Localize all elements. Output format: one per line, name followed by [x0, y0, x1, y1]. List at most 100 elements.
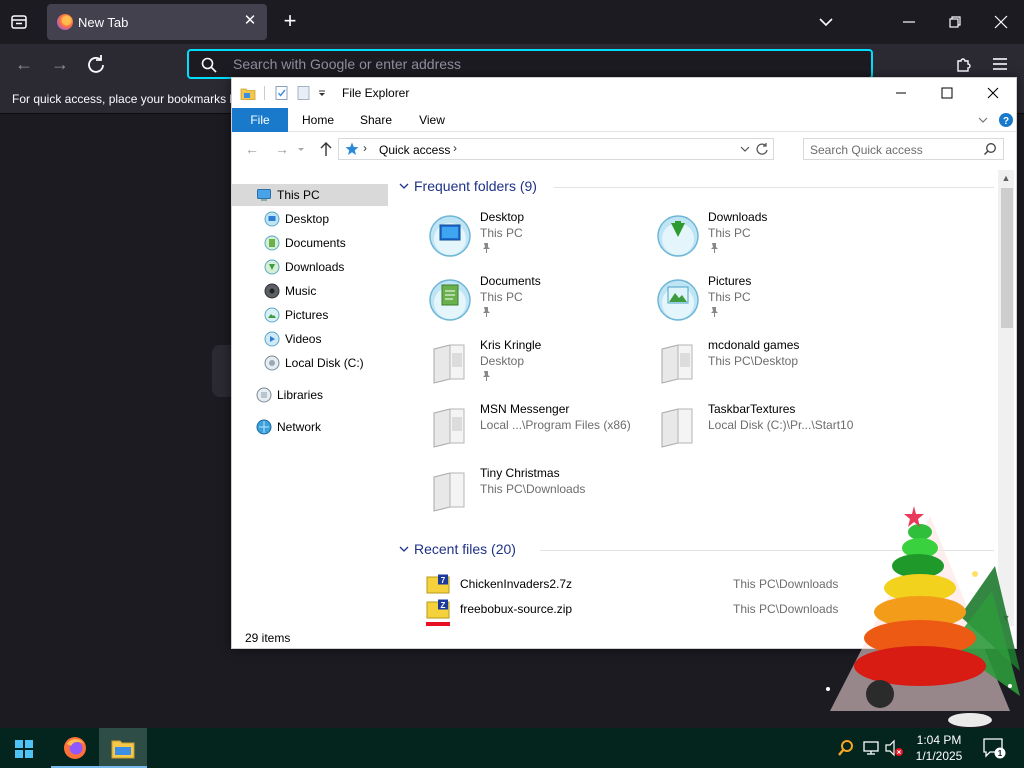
folder-name: Kris Kringle: [480, 338, 542, 352]
firefox-view-icon[interactable]: [10, 13, 28, 31]
back-arrow-icon[interactable]: ←: [12, 52, 36, 76]
group-frequent-folders[interactable]: Frequent folders (9): [398, 178, 998, 198]
bookmarks-hint: For quick access, place your bookmarks h: [12, 92, 237, 106]
help-icon[interactable]: ?: [998, 112, 1014, 128]
explorer-close-icon[interactable]: [970, 80, 1016, 106]
breadcrumb-chevron-icon[interactable]: ›: [363, 141, 367, 155]
restore-icon[interactable]: [943, 10, 967, 34]
folder-tile[interactable]: Kris Kringle Desktop: [428, 338, 654, 398]
properties-icon[interactable]: [274, 85, 290, 101]
file-name: freebobux-source.zip: [460, 602, 573, 616]
nav-item-this-pc[interactable]: This PC: [232, 184, 388, 206]
folder-tile[interactable]: mcdonald games This PC\Desktop: [656, 338, 882, 398]
minimize-icon[interactable]: [897, 10, 921, 34]
nav-label: This PC: [277, 188, 320, 202]
forward-icon[interactable]: →: [272, 140, 292, 158]
nav-item-network[interactable]: Network: [232, 416, 388, 438]
pin-icon: [711, 307, 718, 317]
folder-name: Tiny Christmas: [480, 466, 560, 480]
group-divider: [554, 187, 994, 188]
recent-file-row[interactable]: 7 ChickenInvaders2.7z This PC\Downloads: [426, 572, 866, 596]
nav-item-documents[interactable]: Documents: [232, 232, 388, 254]
tab-bar: New Tab ✕ +: [0, 0, 1024, 44]
folder-tile[interactable]: Documents This PC: [428, 274, 654, 334]
url-bar[interactable]: [187, 49, 873, 79]
folder-tile[interactable]: MSN Messenger Local ...\Program Files (x…: [428, 402, 654, 462]
scroll-thumb[interactable]: [1001, 188, 1013, 328]
back-icon[interactable]: ←: [242, 140, 262, 158]
folder-location: This PC: [708, 226, 751, 240]
up-arrow-icon[interactable]: [316, 140, 336, 158]
expand-ribbon-icon[interactable]: [975, 112, 991, 128]
refresh-icon[interactable]: [754, 141, 770, 157]
desktop-icon: [429, 215, 471, 257]
close-window-icon[interactable]: [989, 10, 1013, 34]
nav-item-libraries[interactable]: Libraries: [232, 384, 388, 406]
search-tray-icon[interactable]: [836, 738, 856, 758]
address-box[interactable]: › Quick access ›: [338, 138, 774, 160]
downloads-icon: [657, 215, 699, 257]
extensions-icon[interactable]: [952, 52, 976, 76]
folder-tile[interactable]: Pictures This PC: [656, 274, 882, 334]
christmas-tree-decoration: [826, 506, 1020, 727]
list-all-tabs-icon[interactable]: [816, 12, 836, 32]
tab-share[interactable]: Share: [352, 108, 400, 132]
close-tab-icon[interactable]: ✕: [241, 12, 259, 30]
archive-7z-icon: 7: [426, 574, 450, 594]
group-title: Frequent folders (9): [414, 178, 537, 194]
recent-locations-icon[interactable]: [296, 140, 306, 158]
tab-home[interactable]: Home: [294, 108, 342, 132]
music-icon: [264, 283, 280, 299]
nav-item-desktop[interactable]: Desktop: [232, 208, 388, 230]
folder-tile[interactable]: Downloads This PC: [656, 210, 882, 270]
notification-center-icon[interactable]: 1: [982, 737, 1006, 759]
new-folder-icon[interactable]: [296, 85, 312, 101]
reload-icon[interactable]: [84, 52, 108, 76]
recent-file-row[interactable]: Z freebobux-source.zip This PC\Downloads: [426, 597, 866, 621]
archive-zip-icon: Z: [426, 599, 450, 619]
documents-icon: [264, 235, 280, 251]
svg-text:7: 7: [441, 576, 446, 585]
nav-item-music[interactable]: Music: [232, 280, 388, 302]
tab-view[interactable]: View: [408, 108, 456, 132]
folder-tile[interactable]: Tiny Christmas This PC\Downloads: [428, 466, 654, 526]
collapse-chevron-icon[interactable]: [398, 180, 410, 192]
nav-item-pictures[interactable]: Pictures: [232, 304, 388, 326]
downloads-icon: [264, 259, 280, 275]
clock-time: 1:04 PM: [916, 733, 962, 747]
group-title: Recent files (20): [414, 541, 516, 557]
explorer-maximize-icon[interactable]: [924, 80, 970, 106]
address-dropdown-icon[interactable]: [739, 142, 751, 156]
folder-tile[interactable]: Desktop This PC: [428, 210, 654, 270]
search-box[interactable]: [803, 138, 1004, 160]
folder-name: MSN Messenger: [480, 402, 570, 416]
taskbar-firefox[interactable]: [51, 728, 99, 768]
nav-item-videos[interactable]: Videos: [232, 328, 388, 350]
collapse-chevron-icon[interactable]: [398, 543, 410, 555]
folder-tile[interactable]: TaskbarTextures Local Disk (C:)\Pr...\St…: [656, 402, 882, 462]
breadcrumb-quick-access[interactable]: Quick access: [379, 143, 450, 157]
svg-text:?: ?: [1003, 116, 1009, 127]
folder-location: This PC\Downloads: [480, 482, 586, 496]
desktop-icon: [264, 211, 280, 227]
breadcrumb-chevron-icon[interactable]: ›: [453, 141, 457, 155]
explorer-minimize-icon[interactable]: [878, 80, 924, 106]
taskbar: 1:04 PM 1/1/2025 1: [0, 728, 1024, 768]
nav-item-downloads[interactable]: Downloads: [232, 256, 388, 278]
taskbar-file-explorer[interactable]: [99, 728, 147, 768]
start-button[interactable]: [0, 728, 48, 768]
new-tab-button[interactable]: +: [280, 10, 300, 32]
customize-toolbar-dropdown-icon[interactable]: [316, 85, 328, 101]
menu-icon[interactable]: [988, 52, 1012, 76]
url-input[interactable]: [233, 54, 833, 74]
search-input[interactable]: [810, 142, 980, 157]
tab-new-tab[interactable]: New Tab ✕: [47, 4, 267, 40]
nav-label: Desktop: [285, 212, 330, 226]
system-clock[interactable]: 1:04 PM 1/1/2025: [908, 732, 970, 764]
volume-muted-icon[interactable]: [884, 738, 904, 758]
tab-file[interactable]: File: [232, 108, 288, 132]
forward-arrow-icon[interactable]: →: [48, 52, 72, 76]
scroll-up-icon[interactable]: ▲: [998, 170, 1014, 186]
nav-item-local-disk[interactable]: Local Disk (C:): [232, 352, 388, 374]
network-tray-icon[interactable]: [861, 738, 881, 758]
